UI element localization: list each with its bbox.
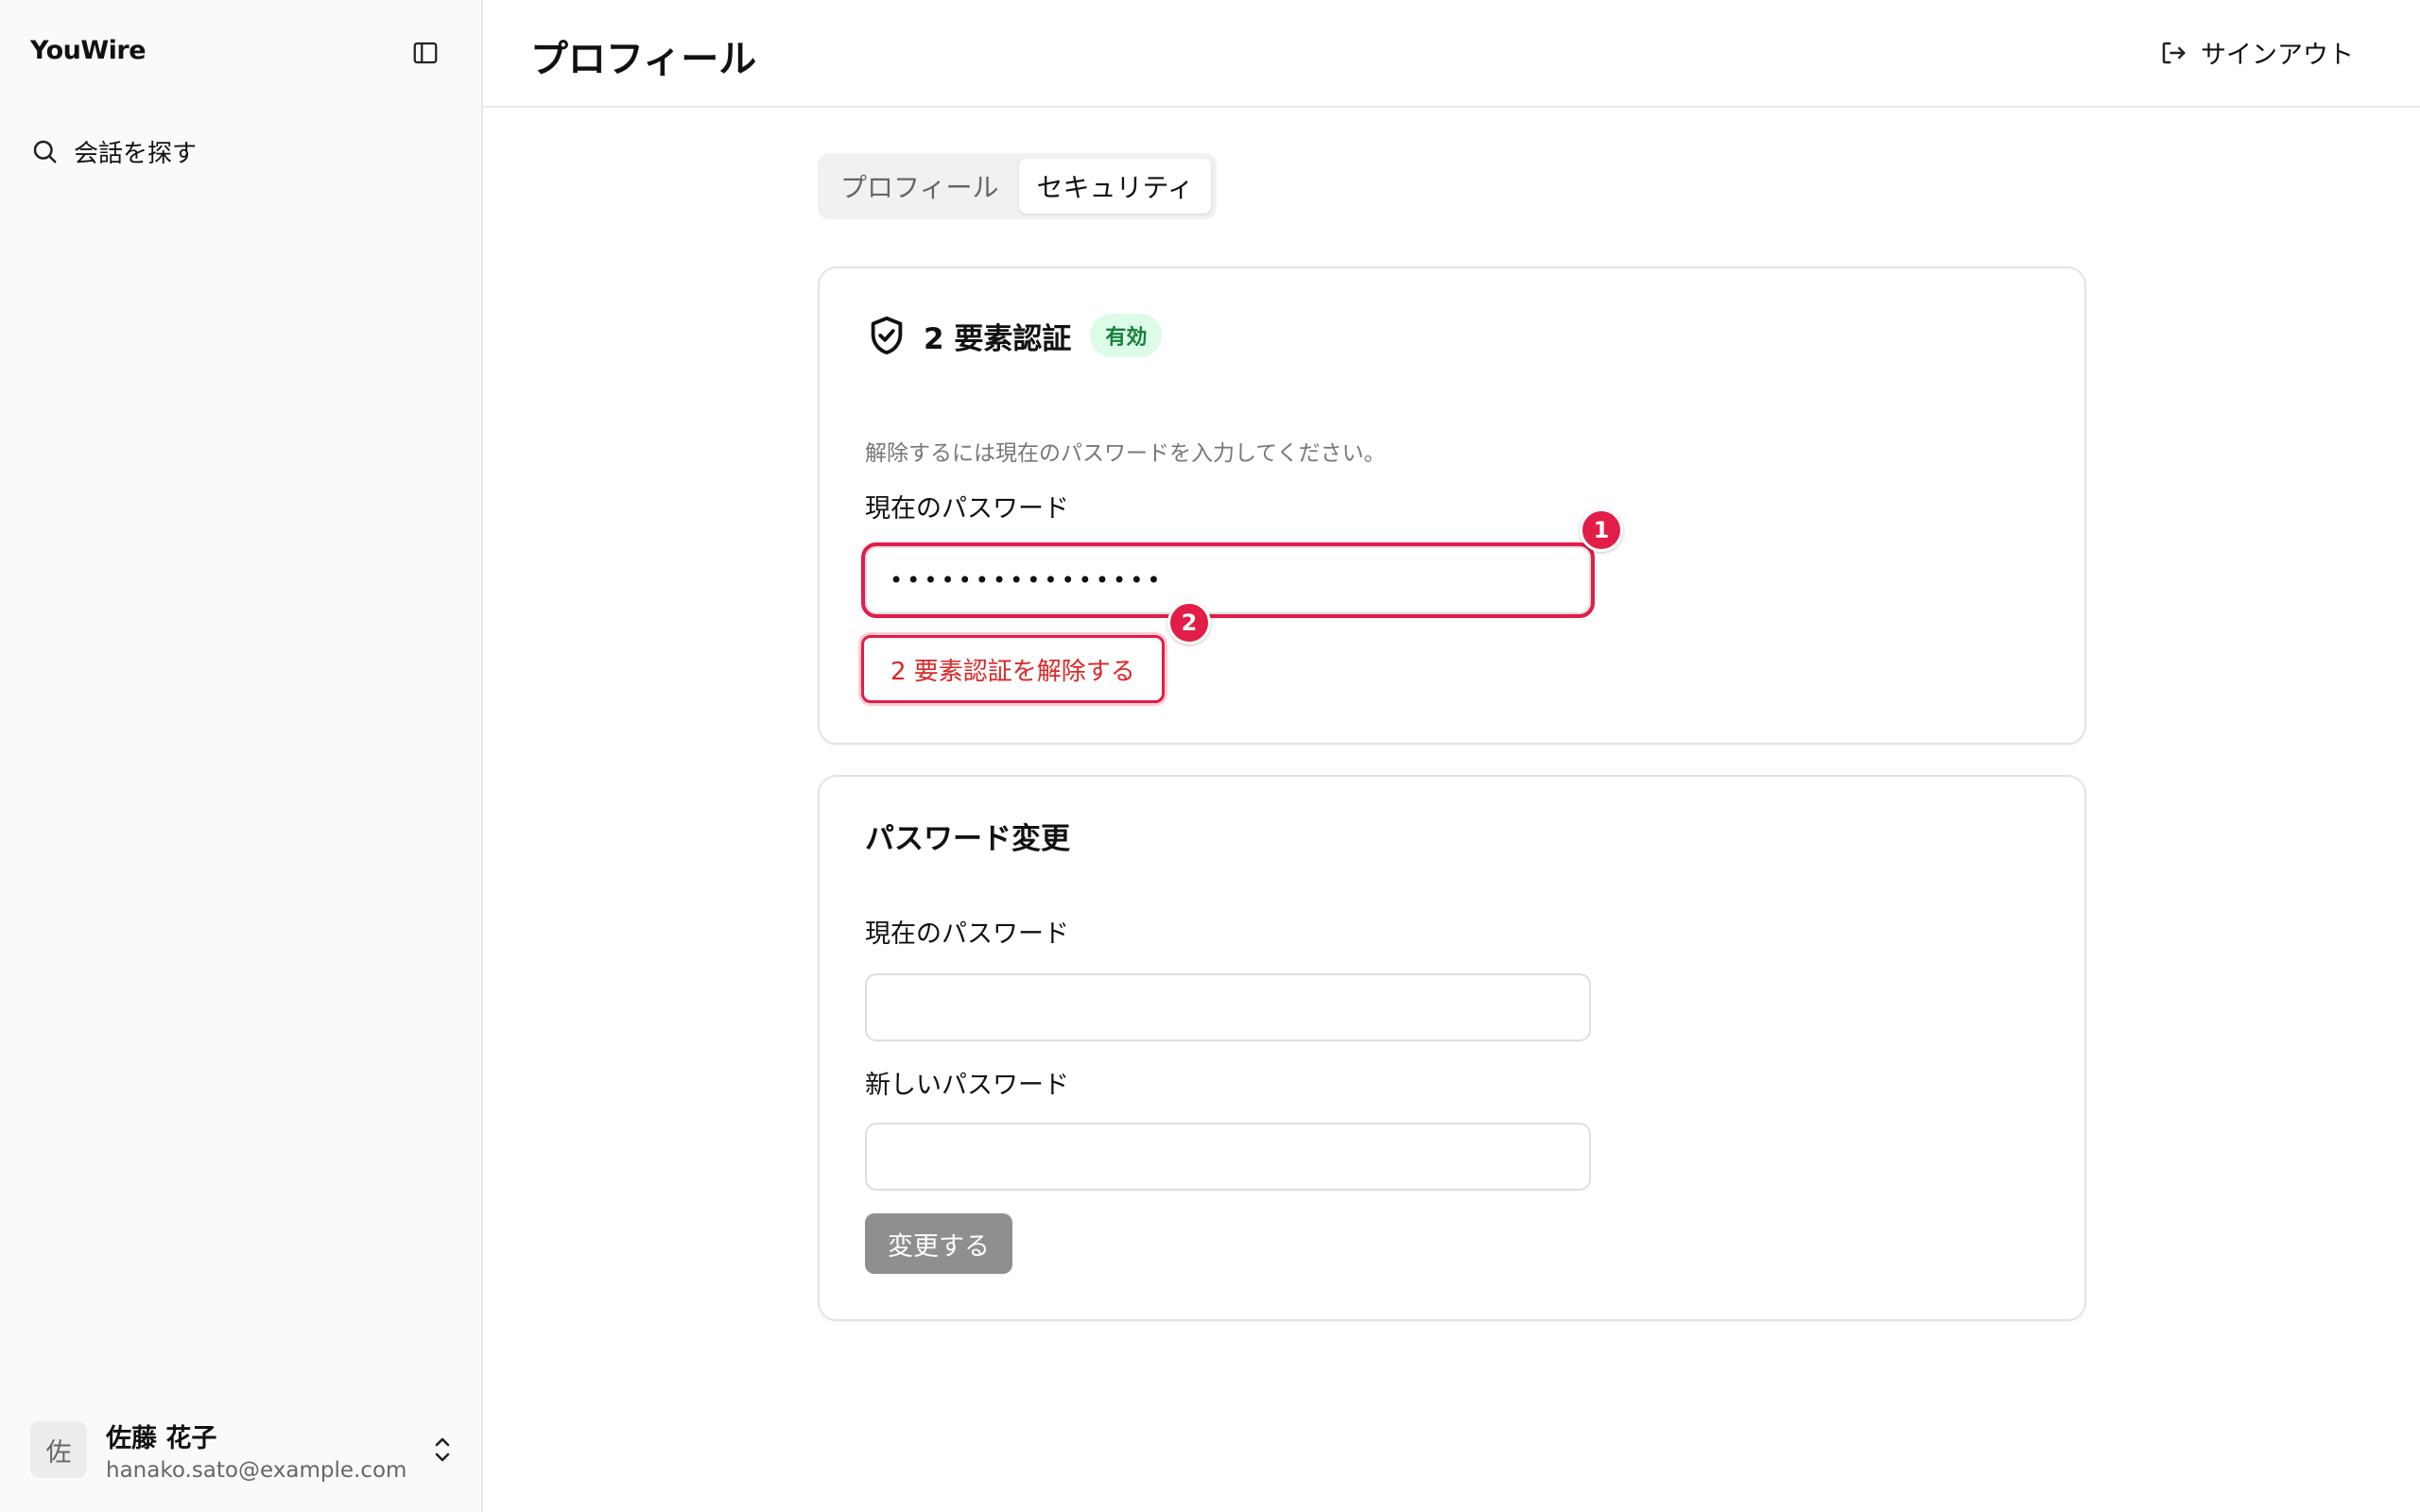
shield-check-icon <box>871 316 903 355</box>
new-password-label: 新しいパスワード <box>865 1071 1069 1100</box>
two-factor-card: 2 要素認証 有効 解除するには現在のパスワードを入力してください。 現在のパス… <box>818 266 2086 745</box>
annotation-marker-2: 2 <box>1167 601 1211 644</box>
user-menu[interactable]: 佐 佐藤 花子 hanako.sato@example.com <box>30 1414 454 1486</box>
top-bar: プロフィール サインアウト <box>483 0 2420 108</box>
password-change-header: パスワード変更 <box>865 815 1070 857</box>
two-factor-header: 2 要素認証 有効 <box>865 314 1163 357</box>
app-root: YouWire 会話を探す 佐 佐藤 花子 hanako.sato@exampl… <box>0 0 2420 1512</box>
change-password-button[interactable]: 変更する <box>865 1213 1012 1274</box>
disable-two-factor-button[interactable]: 2 要素認証を解除する <box>861 635 1165 703</box>
signout-label: サインアウト <box>2201 41 2354 70</box>
user-name: 佐藤 花子 <box>106 1423 217 1453</box>
user-email: hanako.sato@example.com <box>106 1457 407 1483</box>
tab-security[interactable]: セキュリティ <box>1019 159 1211 214</box>
sidebar: YouWire 会話を探す 佐 佐藤 花子 hanako.sato@exampl… <box>0 0 483 1512</box>
search-icon <box>33 140 57 163</box>
chevron-up-down-icon <box>435 1437 450 1462</box>
page-title: プロフィール <box>530 38 757 81</box>
current-password-field[interactable] <box>865 973 1591 1041</box>
brand-logo: YouWire <box>30 36 147 65</box>
tab-list: プロフィール セキュリティ <box>818 153 1217 219</box>
user-info: 佐藤 花子 hanako.sato@example.com <box>106 1418 406 1483</box>
annotation-marker-1: 1 <box>1580 508 1623 552</box>
sidebar-toggle-button[interactable] <box>408 36 442 70</box>
current-password-input[interactable]: •••••••••••••••• <box>861 542 1595 618</box>
sidebar-item-search-conversations[interactable]: 会話を探す <box>30 132 197 170</box>
two-factor-title: 2 要素認証 <box>924 321 1072 356</box>
current-password-label: 現在のパスワード <box>865 919 1069 949</box>
sign-out-icon <box>2162 42 2186 63</box>
new-password-field[interactable] <box>865 1123 1591 1191</box>
tab-profile[interactable]: プロフィール <box>823 159 1015 214</box>
two-factor-hint: 解除するには現在のパスワードを入力してください。 <box>865 441 1386 466</box>
avatar: 佐 <box>30 1421 87 1478</box>
password-change-title: パスワード変更 <box>865 822 1070 856</box>
sidebar-item-label: 会話を探す <box>74 139 198 168</box>
current-password-label: 現在のパスワード <box>865 494 1069 524</box>
password-change-card: パスワード変更 現在のパスワード 新しいパスワード 変更する <box>818 775 2086 1321</box>
status-badge: 有効 <box>1090 314 1163 357</box>
sidebar-panel-icon <box>413 42 438 64</box>
signout-button[interactable]: サインアウト <box>2159 34 2354 71</box>
main-content: プロフィール サインアウト プロフィール セキュリティ 2 要素認証 有効 解除… <box>483 0 2420 1512</box>
